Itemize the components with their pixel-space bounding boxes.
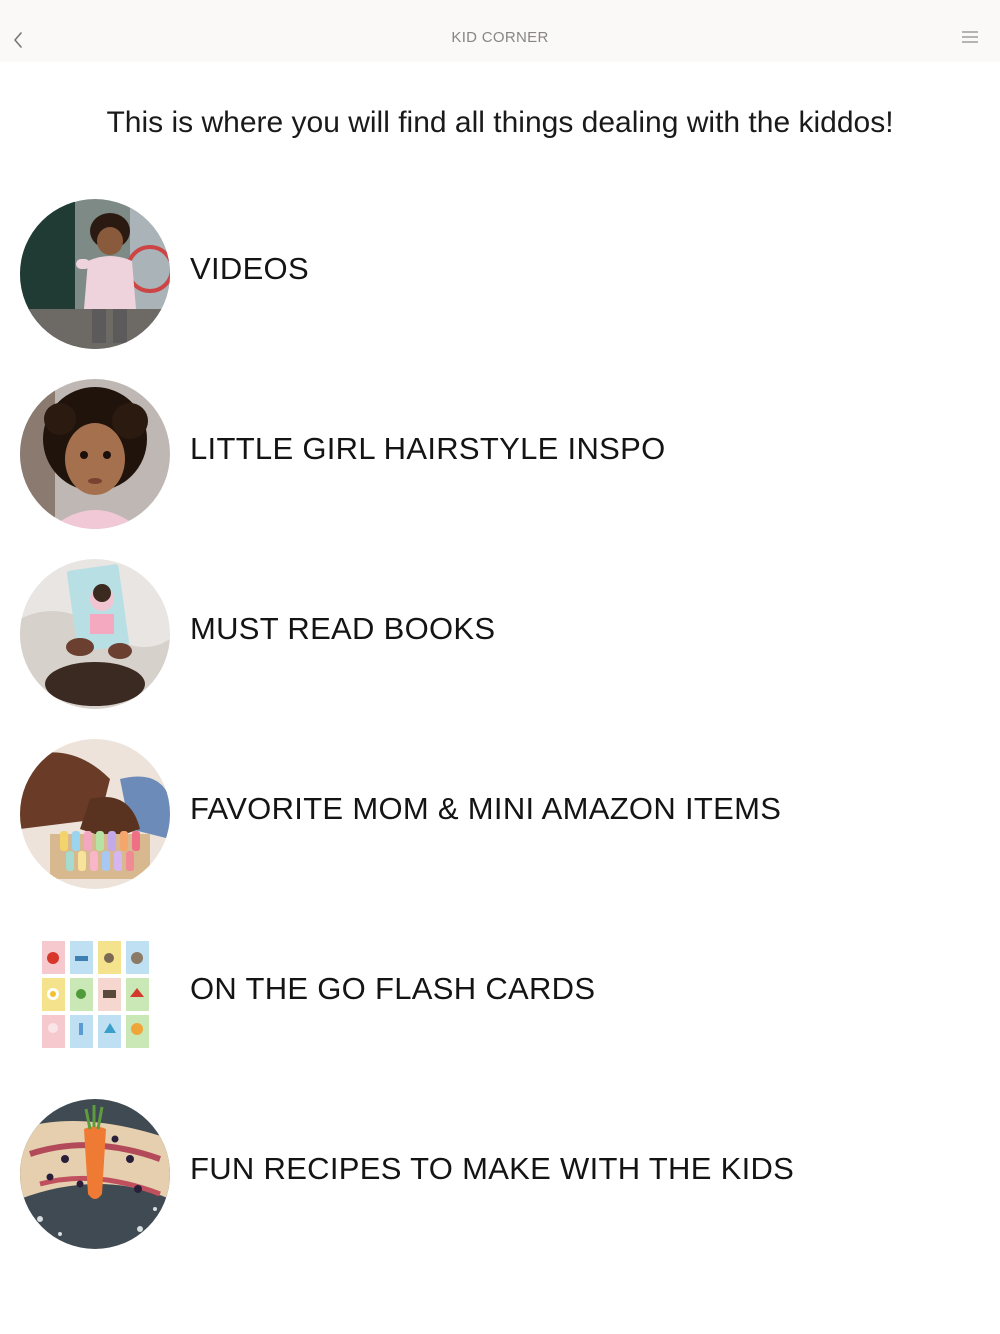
- toddler-in-pink-coat-photo: [20, 199, 170, 349]
- navigation-bar: KID CORNER: [0, 18, 1000, 62]
- category-item-amazon-items[interactable]: FAVORITE MOM & MINI AMAZON ITEMS: [20, 739, 980, 889]
- hamburger-menu-icon: [962, 31, 978, 43]
- category-item-videos[interactable]: VIDEOS: [20, 199, 980, 349]
- menu-button[interactable]: [960, 28, 980, 48]
- intro-text: This is where you will find all things d…: [106, 106, 894, 139]
- child-reading-book-photo: [20, 559, 170, 709]
- category-label: VIDEOS: [190, 251, 309, 286]
- hands-with-chalk-photo: [20, 739, 170, 889]
- carrot-snack-plate-photo: [20, 1099, 170, 1249]
- category-item-fun-recipes[interactable]: FUN RECIPES TO MAKE WITH THE KIDS: [20, 1099, 980, 1249]
- category-item-flash-cards[interactable]: ON THE GO FLASH CARDS: [20, 919, 980, 1069]
- alphabet-flash-cards-image: [20, 919, 170, 1069]
- category-label: FAVORITE MOM & MINI AMAZON ITEMS: [190, 791, 782, 826]
- category-label: MUST READ BOOKS: [190, 611, 496, 646]
- curly-haired-girl-portrait-photo: [20, 379, 170, 529]
- category-item-hairstyle-inspo[interactable]: LITTLE GIRL HAIRSTYLE INSPO: [20, 379, 980, 529]
- category-label: LITTLE GIRL HAIRSTYLE INSPO: [190, 431, 666, 466]
- page-title: KID CORNER: [451, 29, 549, 46]
- category-label: FUN RECIPES TO MAKE WITH THE KIDS: [190, 1151, 795, 1186]
- status-bar: [0, 0, 1000, 18]
- category-label: ON THE GO FLASH CARDS: [190, 971, 596, 1006]
- category-item-must-read-books[interactable]: MUST READ BOOKS: [20, 559, 980, 709]
